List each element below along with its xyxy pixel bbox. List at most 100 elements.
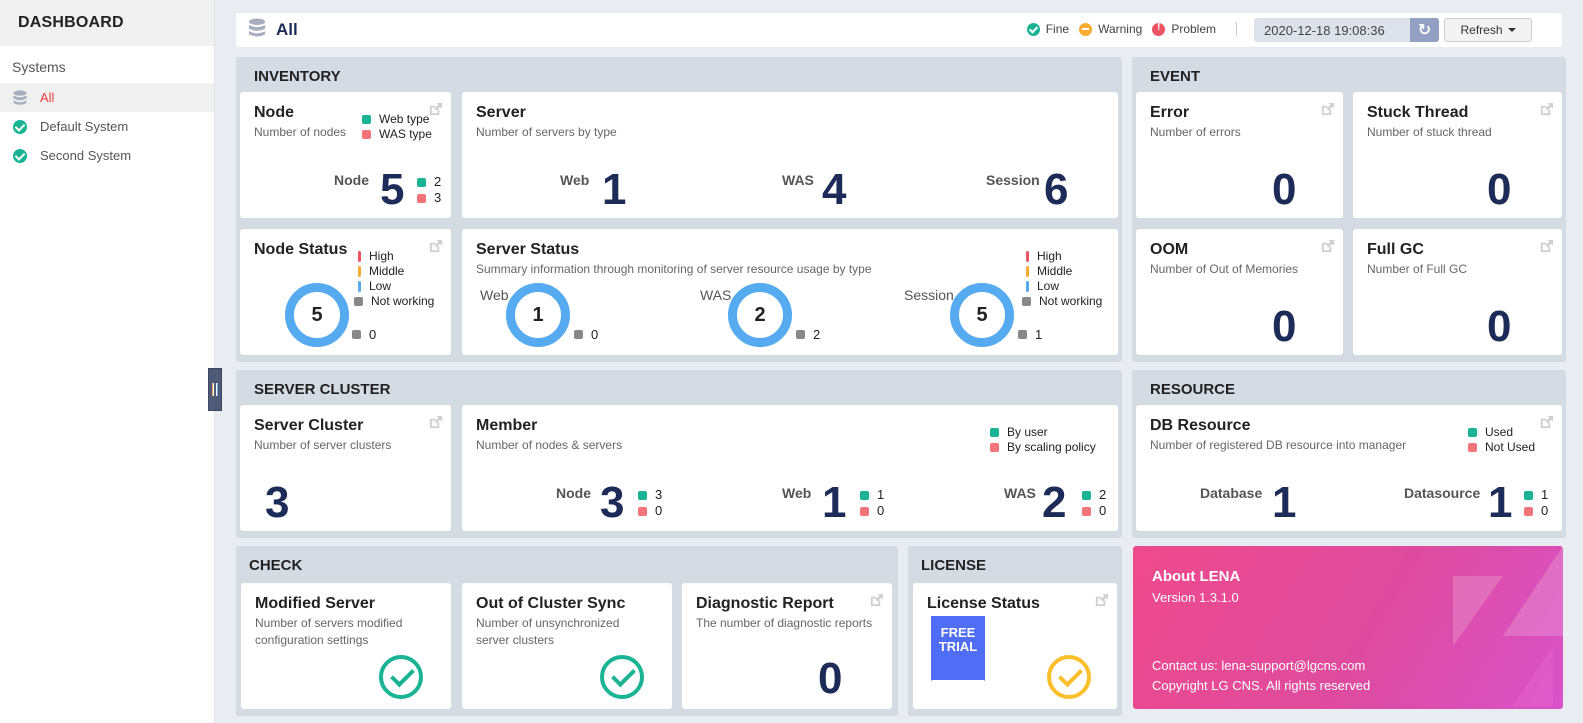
by-policy-count: 0 <box>1099 503 1107 518</box>
node-legend: Web type WAS type <box>362 112 432 142</box>
fine-label: Fine <box>1045 22 1070 36</box>
sidebar-item-default-system[interactable]: Default System <box>0 112 214 141</box>
session-status-label: Session <box>904 287 954 303</box>
member-was-count: 2 <box>1042 478 1067 527</box>
external-link-icon[interactable] <box>1094 593 1109 608</box>
member-node-count: 3 <box>600 478 625 527</box>
card-subtitle: Number of stuck thread <box>1367 125 1492 139</box>
check-panel: CHECK Modified Server Number of servers … <box>236 546 898 716</box>
not-working-count: 2 <box>813 327 821 342</box>
card-title: DB Resource <box>1150 417 1251 434</box>
sidebar-collapse-handle[interactable] <box>208 368 222 411</box>
was-status-ring[interactable]: 2 <box>728 283 792 347</box>
external-link-icon[interactable] <box>1539 102 1554 117</box>
session-status-ring[interactable]: 5 <box>950 283 1014 347</box>
node-status-card: Node Status High Middle Low Not working … <box>240 229 451 355</box>
datasource-count: 1 <box>1488 478 1513 527</box>
legend-not-working: Not working <box>1039 294 1103 308</box>
refresh-icon: ↻ <box>1417 22 1432 39</box>
card-title: Server <box>476 104 526 121</box>
server-session-label: Session <box>986 172 1040 188</box>
node-status-ring[interactable]: 5 <box>285 283 349 347</box>
web-status-ring[interactable]: 1 <box>506 283 570 347</box>
member-web-count: 1 <box>822 478 847 527</box>
external-link-icon[interactable] <box>1539 239 1554 254</box>
card-title: OOM <box>1150 241 1189 258</box>
about-title: About LENA <box>1152 568 1241 585</box>
event-panel: EVENT Error Number of errors 0 Stuck Thr… <box>1132 57 1566 362</box>
node-breakdown: 2 3 <box>417 174 441 206</box>
free-trial-ribbon: FREE TRIAL <box>931 616 985 681</box>
check-circle-icon <box>12 148 28 164</box>
was-not-working: 2 <box>796 327 820 342</box>
server-card: Server Number of servers by type Web 1 W… <box>462 92 1118 218</box>
about-lena-card: About LENA Version 1.3.1.0 Contact us: l… <box>1133 546 1563 709</box>
external-link-icon[interactable] <box>869 593 884 608</box>
warning-icon <box>1079 22 1093 36</box>
diagnostic-report-count: 0 <box>818 654 843 703</box>
card-subtitle: Number of server clusters <box>254 438 392 452</box>
refresh-now-button[interactable]: ↻ <box>1410 18 1439 42</box>
legend-not-used: Not Used <box>1485 440 1536 454</box>
server-status-legend: High Middle Low Not working <box>1022 249 1103 309</box>
external-link-icon[interactable] <box>1320 102 1335 117</box>
sidebar-item-second-system[interactable]: Second System <box>0 141 214 170</box>
card-title: Server Status <box>476 241 580 258</box>
refresh-label: Refresh <box>1460 23 1503 37</box>
inventory-panel: INVENTORY Node Number of nodes Web type … <box>236 57 1122 362</box>
server-cluster-count: 3 <box>265 478 290 527</box>
legend-middle: Middle <box>1037 264 1073 278</box>
by-user-count: 2 <box>1099 487 1107 502</box>
db-legend: Used Not Used <box>1468 425 1535 455</box>
card-subtitle: Number of servers modified configuration… <box>255 616 403 647</box>
node-web-count: 2 <box>434 174 442 189</box>
about-version: Version 1.3.1.0 <box>1152 590 1239 605</box>
by-policy-count: 0 <box>877 503 885 518</box>
refresh-dropdown-button[interactable]: Refresh <box>1444 18 1532 42</box>
modified-server-card: Modified Server Number of servers modifi… <box>241 583 451 709</box>
panel-title: EVENT <box>1150 68 1201 85</box>
external-link-icon[interactable] <box>428 415 443 430</box>
card-subtitle: Number of nodes <box>254 125 347 139</box>
card-title: Error <box>1150 104 1190 121</box>
legend-used: Used <box>1485 425 1514 439</box>
card-subtitle: Number of servers by type <box>476 125 617 139</box>
last-updated-datetime: 2020-12-18 19:08:36 <box>1254 18 1410 42</box>
error-card: Error Number of errors 0 <box>1136 92 1343 218</box>
legend-middle: Middle <box>369 264 405 278</box>
external-link-icon[interactable] <box>1320 239 1335 254</box>
legend-web-type: Web type <box>379 112 430 126</box>
legend-was-type: WAS type <box>379 127 432 141</box>
ribbon-text: FREE TRIAL <box>938 625 978 654</box>
card-title: Member <box>476 417 538 434</box>
member-card: Member Number of nodes & servers By user… <box>462 405 1118 531</box>
member-web-breakdown: 1 0 <box>860 487 884 519</box>
by-user-count: 3 <box>655 487 663 502</box>
external-link-icon[interactable] <box>1539 415 1554 430</box>
server-was-count: 4 <box>822 165 847 214</box>
web-not-working: 0 <box>574 327 598 342</box>
problem-label: Problem <box>1171 22 1216 36</box>
legend-by-scaling-policy: By scaling policy <box>1007 440 1096 454</box>
sidebar: DASHBOARD Systems All Default System Sec… <box>0 0 215 723</box>
stuck-thread-count: 0 <box>1487 165 1512 214</box>
panel-title: CHECK <box>249 557 303 574</box>
divider <box>1236 22 1237 36</box>
sidebar-item-label: Default System <box>40 119 129 134</box>
web-status-label: Web <box>480 287 509 303</box>
card-title: Out of Cluster Sync <box>476 595 626 612</box>
check-ok-icon <box>379 655 423 699</box>
card-subtitle: Number of unsynchronized server clusters <box>476 616 620 647</box>
sidebar-item-all[interactable]: All <box>0 83 214 112</box>
legend-low: Low <box>369 279 392 293</box>
card-title: Server Cluster <box>254 417 364 434</box>
panel-title: RESOURCE <box>1150 381 1236 398</box>
status-legend: Fine Warning Problem <box>1017 22 1237 36</box>
caret-down-icon <box>1507 28 1516 32</box>
stuck-thread-card: Stuck Thread Number of stuck thread 0 <box>1353 92 1562 218</box>
card-title: Node <box>254 104 294 121</box>
cluster-sync-card: Out of Cluster Sync Number of unsynchron… <box>462 583 672 709</box>
database-icon <box>12 89 28 106</box>
top-bar: All Fine Warning Problem 2020-12-18 19:0… <box>236 13 1562 47</box>
sidebar-item-label: Second System <box>40 148 132 163</box>
